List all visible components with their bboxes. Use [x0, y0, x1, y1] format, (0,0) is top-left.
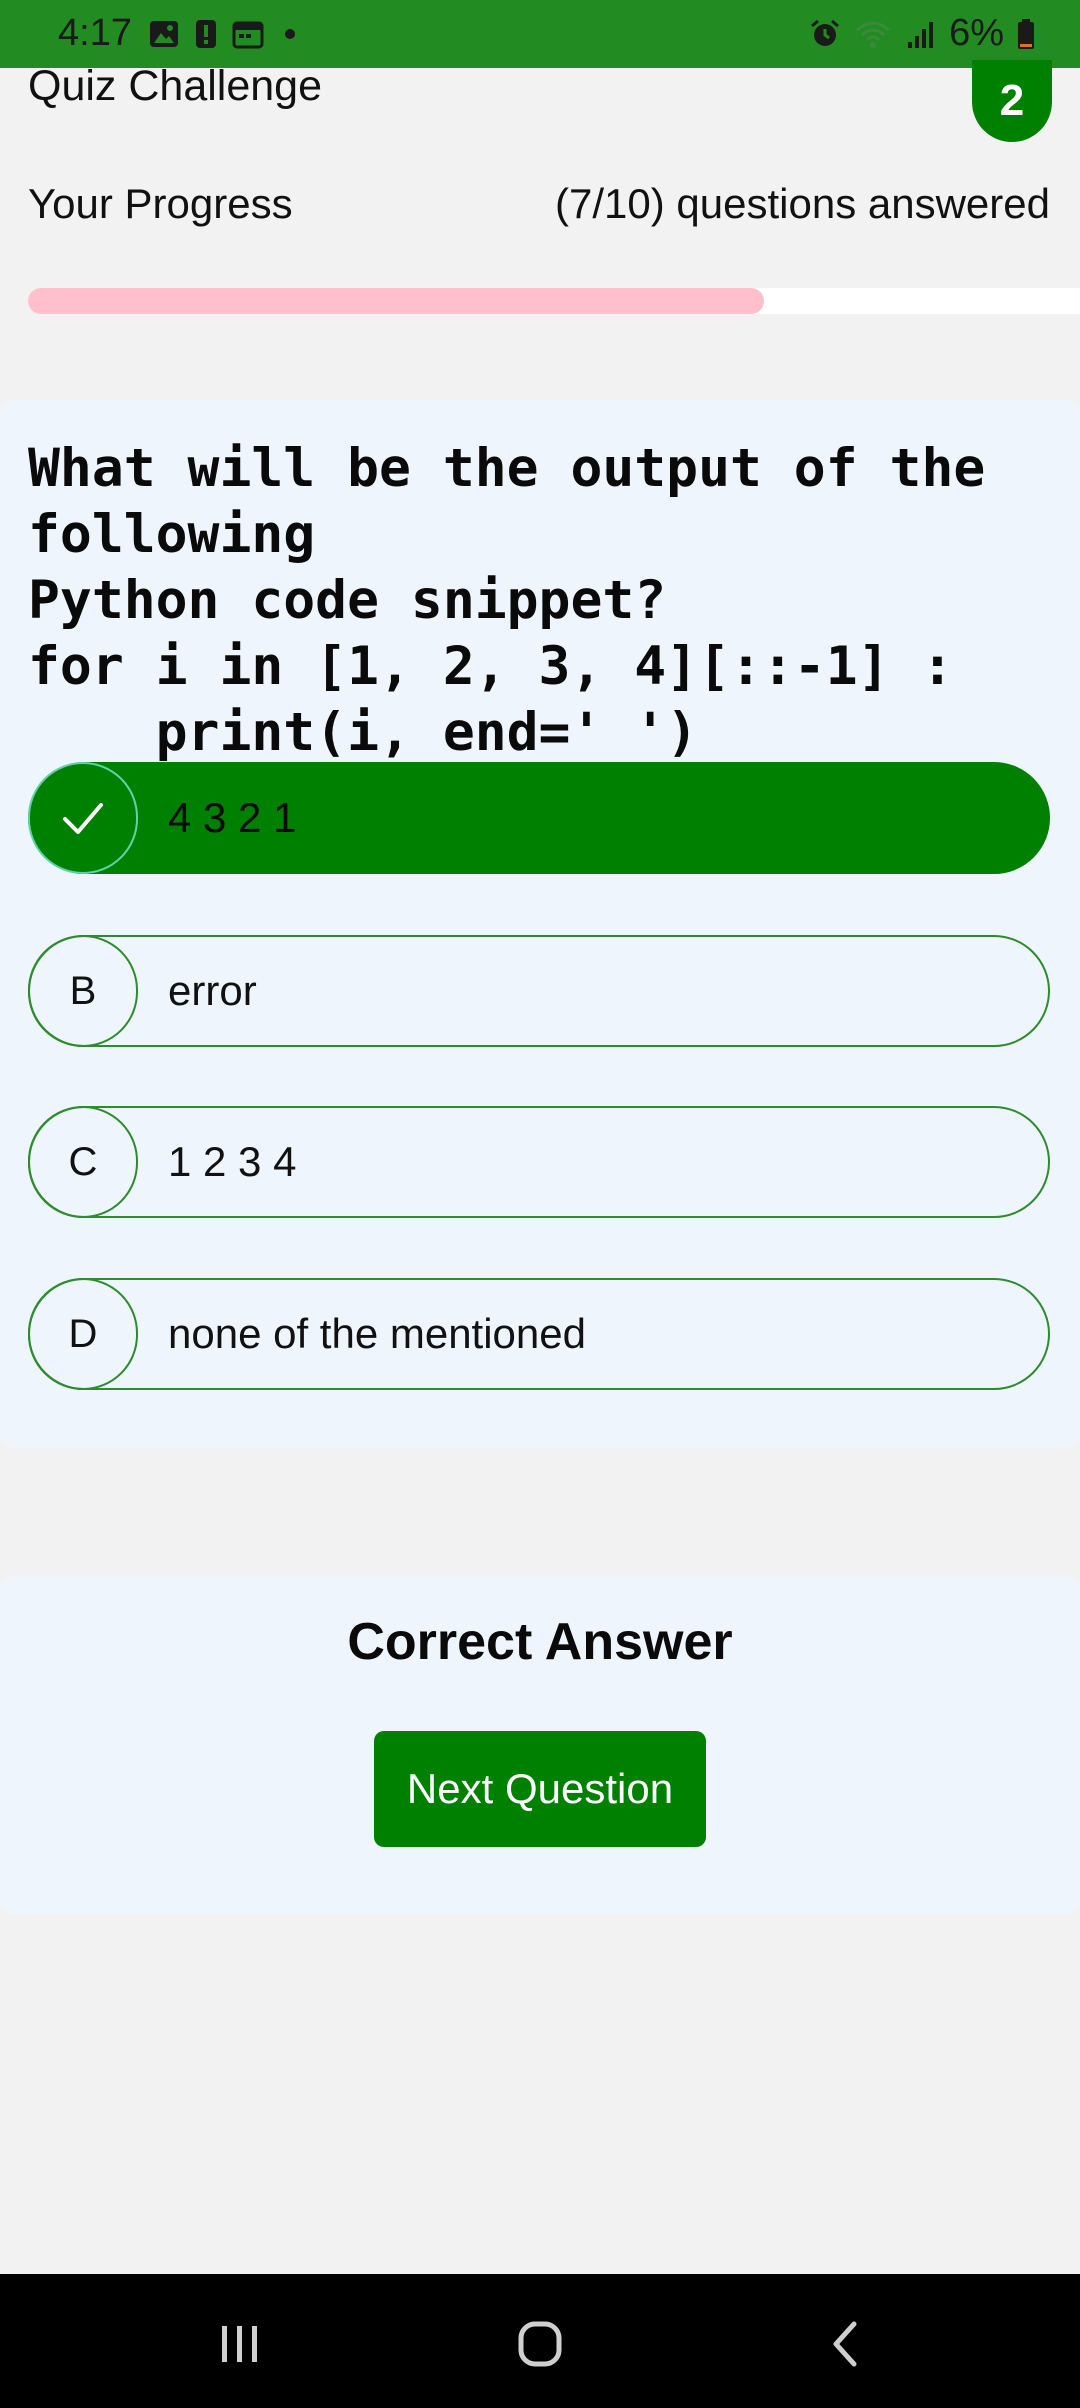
- option-a-check: [28, 762, 138, 874]
- navigation-bar: [0, 2274, 1080, 2408]
- option-b[interactable]: B error: [28, 935, 1050, 1047]
- question-card: What will be the output of the following…: [0, 400, 1080, 1448]
- status-bar: 4:17 6%: [0, 0, 1080, 68]
- progress-label: Your Progress: [28, 180, 293, 227]
- status-time: 4:17: [58, 12, 132, 54]
- option-c-letter: C: [28, 1106, 138, 1218]
- option-b-letter: B: [28, 935, 138, 1047]
- option-a[interactable]: 4 3 2 1: [28, 762, 1050, 874]
- signal-icon: [908, 21, 934, 48]
- status-left-icons: [148, 18, 306, 50]
- calendar-icon: [232, 21, 264, 49]
- image-icon: [150, 21, 178, 47]
- battery-icon: [1018, 18, 1034, 49]
- progress-bar-fill: [28, 288, 765, 314]
- alarm-icon: [811, 19, 840, 46]
- option-b-text: error: [168, 967, 257, 1014]
- battery-percent: 6%: [949, 12, 1004, 54]
- score-badge: 2: [972, 60, 1052, 142]
- back-icon[interactable]: [804, 2304, 884, 2384]
- option-d-text: none of the mentioned: [168, 1310, 586, 1357]
- recent-apps-icon[interactable]: [200, 2304, 280, 2384]
- checkmark-icon: [63, 803, 103, 834]
- status-right-icons: 6%: [809, 12, 1036, 55]
- next-question-button[interactable]: Next Question: [374, 1731, 706, 1847]
- dot-icon: [285, 29, 295, 39]
- progress-bar: [28, 288, 1080, 314]
- progress-count: (7/10) questions answered: [555, 180, 1050, 227]
- home-icon[interactable]: [500, 2304, 580, 2384]
- option-d-letter: D: [28, 1278, 138, 1390]
- question-text: What will be the output of the following…: [28, 438, 986, 763]
- alert-icon: [196, 20, 216, 48]
- option-a-text: 4 3 2 1: [168, 794, 297, 841]
- wifi-icon: [856, 21, 891, 48]
- option-c-text: 1 2 3 4: [168, 1138, 297, 1185]
- answer-result-title: Correct Answer: [347, 1613, 733, 1671]
- answer-card: Correct Answer Next Question: [0, 1576, 1080, 1914]
- option-c[interactable]: C 1 2 3 4: [28, 1106, 1050, 1218]
- option-d[interactable]: D none of the mentioned: [28, 1278, 1050, 1390]
- page-title: Quiz Challenge: [28, 62, 323, 110]
